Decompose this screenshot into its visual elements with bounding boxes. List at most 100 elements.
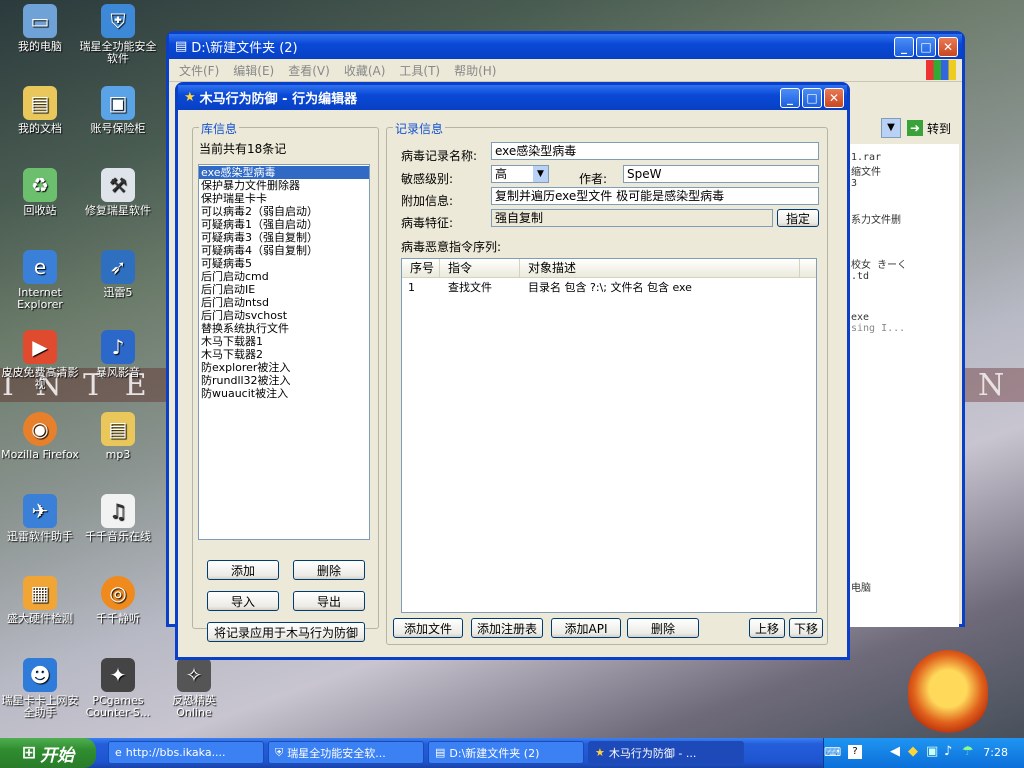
maximize-button[interactable]: □ [802, 87, 822, 108]
list-item[interactable]: 防explorer被注入 [199, 361, 369, 374]
move-down-button[interactable]: 下移 [789, 618, 823, 638]
clock[interactable]: 7:28 [983, 746, 1008, 759]
desktop-icon-my-computer[interactable]: ▭ 我的电脑 [0, 4, 80, 53]
minimize-button[interactable]: _ [780, 87, 800, 108]
desktop-icon-recycle[interactable]: ♻ 回收站 [0, 168, 80, 217]
list-item[interactable]: 保护暴力文件删除器 [199, 179, 369, 192]
assign-button[interactable]: 指定 [777, 209, 819, 227]
tray-volume-icon[interactable]: ♪ [944, 744, 952, 759]
desktop-icon-cs[interactable]: ✦ PCgames Counter-S... [78, 658, 158, 719]
desktop-icon-mp3[interactable]: ▤ mp3 [78, 412, 158, 461]
desktop-icon-pipi[interactable]: ▶ 皮皮免费高清影视 [0, 330, 80, 391]
list-item[interactable]: 可疑病毒1（强自启动） [199, 218, 369, 231]
list-item[interactable]: 可疑病毒4（弱自复制） [199, 244, 369, 257]
desktop-icon-account-safe[interactable]: ▣ 账号保险柜 [78, 86, 158, 135]
menu-help[interactable]: 帮助(H) [454, 62, 496, 79]
desktop-icon-cso[interactable]: ✧ 反恐精英 Online [154, 658, 234, 719]
list-item[interactable]: exe感染型病毒 [199, 166, 369, 179]
list-item[interactable]: 后门启动IE [199, 283, 369, 296]
list-item[interactable]: 木马下载器2 [199, 348, 369, 361]
name-label: 病毒记录名称: [401, 149, 478, 163]
desktop-icon-my-docs[interactable]: ▤ 我的文档 [0, 86, 80, 135]
keyboard-icon[interactable]: ⌨ [824, 745, 841, 759]
close-button[interactable]: ✕ [824, 87, 844, 108]
list-item[interactable]: 可以病毒2（弱自启动） [199, 205, 369, 218]
desktop-icon-ttmusic-online[interactable]: ♫ 千千音乐在线 [78, 494, 158, 543]
address-dropdown-icon[interactable]: ▼ [881, 118, 901, 138]
list-item[interactable]: 后门启动cmd [199, 270, 369, 283]
list-item[interactable]: 可疑病毒3（强自复制） [199, 231, 369, 244]
list-item[interactable]: 防rundll32被注入 [199, 374, 369, 387]
star-icon: ★ [184, 90, 196, 105]
record-list[interactable]: exe感染型病毒 保护暴力文件删除器 保护瑞星卡卡 可以病毒2（弱自启动） 可疑… [198, 164, 370, 540]
add-file-button[interactable]: 添加文件 [393, 618, 463, 638]
player-icon: ◎ [101, 576, 135, 610]
goto-button[interactable]: ➜ 转到 [907, 118, 959, 138]
folder-icon: ▤ [23, 86, 57, 120]
start-button[interactable]: ⊞ 开始 [0, 738, 96, 768]
desktop-icon-baofeng[interactable]: ♪ 暴风影音 [78, 330, 158, 379]
add-api-button[interactable]: 添加API [551, 618, 621, 638]
export-button[interactable]: 导出 [293, 591, 365, 611]
desktop-icon-ie[interactable]: e Internet Explorer [0, 250, 80, 311]
desktop-icon-repair[interactable]: ⚒ 修复瑞星软件 [78, 168, 158, 217]
desktop-icon-firefox[interactable]: ◉ Mozilla Firefox [0, 412, 80, 461]
apply-records-button[interactable]: 将记录应用于木马行为防御 [207, 622, 365, 642]
tray-network-icon[interactable]: ▣ [926, 744, 938, 759]
name-field[interactable]: exe感染型病毒 [491, 142, 819, 160]
menu-file[interactable]: 文件(F) [179, 62, 219, 79]
maximize-button[interactable]: □ [916, 36, 936, 57]
move-up-button[interactable]: 上移 [749, 618, 785, 638]
desktop-icon-thunder-assist[interactable]: ✈ 迅雷软件助手 [0, 494, 80, 543]
add-button[interactable]: 添加 [207, 560, 279, 580]
list-item[interactable]: 后门启动ntsd [199, 296, 369, 309]
taskbar-item-rising[interactable]: ⛨ 瑞星全功能安全软... [268, 741, 424, 764]
folder-icon: ▤ [175, 39, 188, 54]
close-button[interactable]: ✕ [938, 36, 958, 57]
list-item[interactable]: 保护瑞星卡卡 [199, 192, 369, 205]
extra-info-field[interactable]: 复制并遍历exe型文件 极可能是感染型病毒 [491, 187, 819, 205]
table-row[interactable]: 1 查找文件 目录名 包含 ?:\; 文件名 包含 exe [402, 280, 816, 296]
list-item[interactable]: 木马下载器1 [199, 335, 369, 348]
menu-tools[interactable]: 工具(T) [399, 62, 440, 79]
system-tray: ⌨ ? ◀ ◆ ▣ ♪ ☂ 7:28 [823, 738, 1024, 768]
editor-titlebar[interactable]: ★ 木马行为防御 - 行为编辑器 _ □ ✕ [178, 85, 847, 110]
command-table[interactable]: 序号 指令 对象描述 1 查找文件 目录名 包含 ?:\; 文件名 包含 exe [401, 258, 817, 613]
list-item[interactable]: 替换系统执行文件 [199, 322, 369, 335]
taskbar-item-explorer[interactable]: ▤ D:\新建文件夹 (2) [428, 741, 584, 764]
import-button[interactable]: 导入 [207, 591, 279, 611]
desktop-icon-kaka[interactable]: ☻ 瑞星卡卡上网安全助手 [0, 658, 80, 719]
desktop-icon-rising[interactable]: ⛨ 瑞星全功能安全软件 [78, 4, 158, 65]
explorer-titlebar[interactable]: ▤ D:\新建文件夹 (2) _ □ ✕ [169, 34, 962, 59]
delete-button[interactable]: 删除 [293, 560, 365, 580]
desktop-icon-ttplayer[interactable]: ◎ 千千静听 [78, 576, 158, 625]
menu-favorites[interactable]: 收藏(A) [344, 62, 386, 79]
list-item[interactable]: 后门启动svchost [199, 309, 369, 322]
taskbar-item-browser[interactable]: e http://bbs.ikaka.... [108, 741, 264, 764]
desktop-icon-thunder[interactable]: ➶ 迅雷5 [78, 250, 158, 299]
column-header-cmd[interactable]: 指令 [440, 259, 520, 277]
shield-icon: ⛨ [101, 4, 135, 38]
tray-shield-icon[interactable]: ☂ [962, 744, 974, 759]
delete-command-button[interactable]: 删除 [627, 618, 699, 638]
tray-app-icon[interactable]: ◆ [908, 744, 918, 759]
taskbar-item-editor[interactable]: ★ 木马行为防御 - ... [588, 741, 744, 764]
chevron-down-icon[interactable]: ▼ [533, 166, 548, 182]
menu-view[interactable]: 查看(V) [288, 62, 330, 79]
menu-edit[interactable]: 编辑(E) [233, 62, 274, 79]
behavior-editor-window[interactable]: ★ 木马行为防御 - 行为编辑器 _ □ ✕ 库信息 当前共有18条记 exe感… [175, 82, 850, 660]
lion-mascot-icon[interactable] [908, 650, 988, 736]
tray-expand-icon[interactable]: ◀ [890, 744, 900, 759]
cell-desc: 目录名 包含 ?:\; 文件名 包含 exe [528, 281, 692, 294]
list-item[interactable]: 可疑病毒5 [199, 257, 369, 270]
desktop-icon-hw-check[interactable]: ▦ 盛大硬件检测 [0, 576, 80, 625]
minimize-button[interactable]: _ [894, 36, 914, 57]
list-item[interactable]: 防wuaucit被注入 [199, 387, 369, 400]
author-field[interactable]: SpeW [623, 165, 819, 183]
help-icon[interactable]: ? [848, 745, 862, 759]
box-icon: ▣ [101, 86, 135, 120]
column-header-desc[interactable]: 对象描述 [520, 259, 800, 277]
level-select[interactable]: 高 ▼ [491, 165, 549, 183]
column-header-no[interactable]: 序号 [402, 259, 440, 277]
add-registry-button[interactable]: 添加注册表 [471, 618, 543, 638]
